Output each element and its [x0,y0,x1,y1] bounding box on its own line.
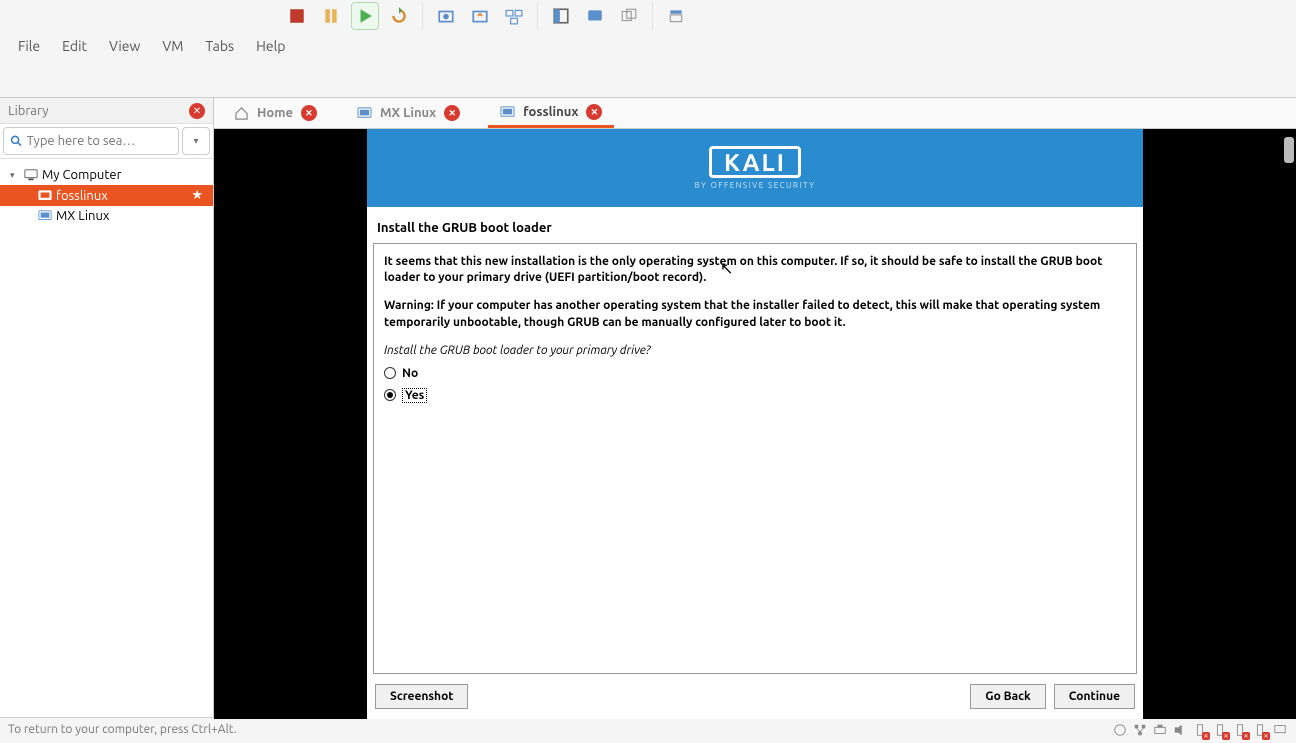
status-icons: ✕ ✕ ✕ ✕ [1111,721,1288,738]
unity-icon[interactable] [615,2,643,30]
mouse-cursor-icon: ↖ [720,259,733,278]
installer-heading: Install the GRUB boot loader [367,207,1143,243]
installer-para1: It seems that this new installation is t… [384,254,1126,286]
snapshot-icon[interactable] [432,2,460,30]
close-tab-icon[interactable]: ✕ [586,104,602,120]
vm-tabs: Home ✕ MX Linux ✕ fosslinux ✕ [214,98,1296,129]
vm-tree: ▾ My Computer fosslinux ★ MX Linux [0,159,213,232]
menu-help[interactable]: Help [246,34,295,58]
show-all-tabs-icon[interactable] [662,2,690,30]
menu-file[interactable]: File [8,34,50,58]
printer-icon[interactable] [1151,721,1168,738]
vm-icon [500,105,515,120]
vm-icon [38,209,52,223]
computer-icon [24,168,38,182]
main-panel: Home ✕ MX Linux ✕ fosslinux ✕ KALI [214,98,1296,717]
tab-home[interactable]: Home ✕ [222,99,329,127]
installer-question: Install the GRUB boot loader to your pri… [384,343,1126,359]
close-tab-icon[interactable]: ✕ [301,105,317,121]
radio-option-no[interactable]: No [384,367,1126,380]
sidebar-title: Library [8,104,48,118]
installer-para2: Warning: If your computer has another op… [384,298,1126,330]
kali-tagline: BY OFFENSIVE SECURITY [695,181,816,190]
kali-banner: KALI BY OFFENSIVE SECURITY [367,129,1143,207]
radio-yes-label: Yes [402,388,427,403]
radio-yes-icon [384,389,396,401]
kali-logo: KALI [709,146,801,178]
menu-view[interactable]: View [99,34,150,58]
close-sidebar-icon[interactable]: ✕ [189,103,205,119]
power-off-icon[interactable] [283,2,311,30]
sidebar-header: Library ✕ [0,98,213,124]
play-icon[interactable] [351,2,379,30]
tree-item-fosslinux[interactable]: fosslinux ★ [0,185,213,206]
hard-disk-icon[interactable] [1111,721,1128,738]
close-tab-icon[interactable]: ✕ [444,105,460,121]
usb-icon[interactable]: ✕ [1191,721,1208,738]
tree-item-label: MX Linux [56,209,109,223]
vm-icon [38,189,52,203]
search-icon [10,134,23,148]
pause-icon[interactable] [317,2,345,30]
radio-no-label: No [402,367,418,380]
search-row: ▾ [0,124,213,159]
status-text: To return to your computer, press Ctrl+A… [8,723,237,736]
tab-label: fosslinux [523,105,578,119]
vm-icon [357,106,372,121]
usb-icon[interactable]: ✕ [1251,721,1268,738]
search-dropdown[interactable]: ▾ [182,127,210,155]
menu-bar: File Edit View VM Tabs Help [0,30,303,62]
tab-mxlinux[interactable]: MX Linux ✕ [345,99,472,127]
search-box[interactable] [3,127,179,155]
continue-button[interactable]: Continue [1054,684,1135,709]
tab-label: MX Linux [380,106,436,120]
revert-snapshot-icon[interactable] [466,2,494,30]
screenshot-button[interactable]: Screenshot [375,684,468,709]
radio-no-icon [384,367,396,379]
display-icon[interactable] [1271,721,1288,738]
toolbar [0,0,1296,34]
fullscreen-icon[interactable] [547,2,575,30]
network-icon[interactable] [1131,721,1148,738]
tree-root-my-computer[interactable]: ▾ My Computer [0,165,213,185]
menu-edit[interactable]: Edit [52,34,97,58]
menu-tabs[interactable]: Tabs [195,34,244,58]
tree-item-label: fosslinux [56,189,108,203]
installer-button-row: Screenshot Go Back Continue [367,674,1143,719]
tab-label: Home [257,106,293,120]
search-input[interactable] [27,134,172,148]
vm-console[interactable]: KALI BY OFFENSIVE SECURITY Install the G… [214,129,1296,719]
home-icon [234,106,249,121]
kali-installer: KALI BY OFFENSIVE SECURITY Install the G… [367,129,1143,719]
vertical-scrollbar[interactable] [1284,137,1294,163]
app-body: Library ✕ ▾ ▾ My Computer fosslinux ★ [0,98,1296,717]
favorite-star-icon: ★ [191,188,203,203]
restart-icon[interactable] [385,2,413,30]
snapshot-manager-icon[interactable] [500,2,528,30]
tree-item-mxlinux[interactable]: MX Linux [0,206,213,226]
library-sidebar: Library ✕ ▾ ▾ My Computer fosslinux ★ [0,98,214,717]
collapse-arrow-icon: ▾ [10,170,20,181]
radio-option-yes[interactable]: Yes [384,388,1126,403]
tree-root-label: My Computer [42,168,122,182]
installer-content: It seems that this new installation is t… [373,243,1137,674]
goback-button[interactable]: Go Back [970,684,1045,709]
console-view-icon[interactable] [581,2,609,30]
sound-icon[interactable] [1171,721,1188,738]
menu-vm[interactable]: VM [152,34,193,58]
tab-fosslinux[interactable]: fosslinux ✕ [488,98,614,128]
usb-icon[interactable]: ✕ [1231,721,1248,738]
status-bar: To return to your computer, press Ctrl+A… [0,717,1296,741]
usb-icon[interactable]: ✕ [1211,721,1228,738]
